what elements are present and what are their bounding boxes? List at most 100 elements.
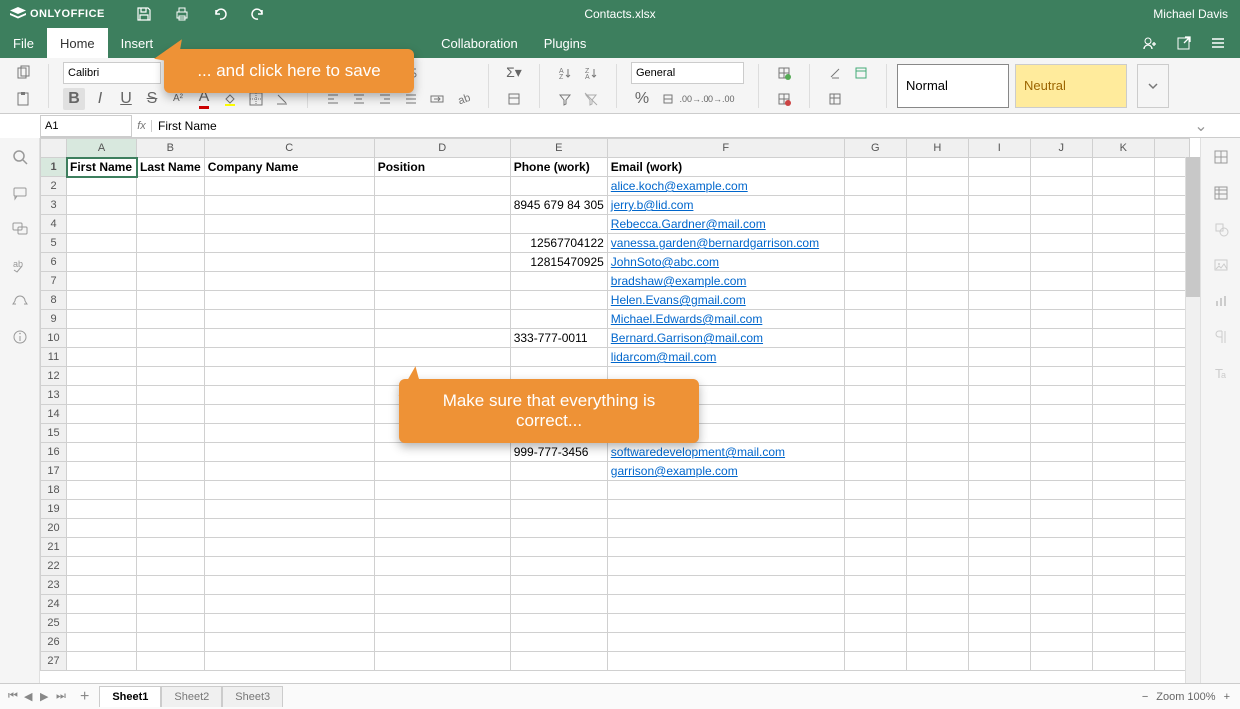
cell[interactable]: Company Name: [204, 158, 374, 177]
formula-expand-icon[interactable]: ⌄: [1192, 116, 1210, 136]
row-header[interactable]: 3: [41, 196, 67, 215]
cell[interactable]: [906, 500, 968, 519]
cell[interactable]: [510, 538, 607, 557]
cell[interactable]: [607, 652, 844, 671]
cell[interactable]: [1030, 576, 1092, 595]
row-header[interactable]: 8: [41, 291, 67, 310]
cell[interactable]: [204, 405, 374, 424]
email-link[interactable]: alice.koch@example.com: [611, 179, 748, 193]
cell[interactable]: [374, 348, 510, 367]
cell[interactable]: vanessa.garden@bernardgarrison.com: [607, 234, 844, 253]
cell[interactable]: [968, 291, 1030, 310]
cell[interactable]: [374, 291, 510, 310]
cell[interactable]: 999-777-3456: [510, 443, 607, 462]
cell[interactable]: bradshaw@example.com: [607, 272, 844, 291]
row-header[interactable]: 26: [41, 633, 67, 652]
row-header[interactable]: 16: [41, 443, 67, 462]
cell[interactable]: [906, 614, 968, 633]
cell[interactable]: [1030, 310, 1092, 329]
decrease-decimal-icon[interactable]: .00→.0: [683, 88, 705, 110]
cell[interactable]: [1092, 291, 1154, 310]
sheet-tab-1[interactable]: Sheet1: [99, 686, 161, 707]
cell[interactable]: [906, 367, 968, 386]
sort-asc-icon[interactable]: AZ: [554, 62, 576, 84]
increase-decimal-icon[interactable]: .0→.00: [709, 88, 731, 110]
cell[interactable]: [374, 481, 510, 500]
cell[interactable]: [137, 329, 205, 348]
cell[interactable]: [607, 481, 844, 500]
row-header[interactable]: 4: [41, 215, 67, 234]
cell[interactable]: [137, 538, 205, 557]
cell[interactable]: [607, 500, 844, 519]
cell[interactable]: alice.koch@example.com: [607, 177, 844, 196]
cell[interactable]: [137, 481, 205, 500]
cell[interactable]: [137, 196, 205, 215]
cell[interactable]: [968, 576, 1030, 595]
row-header[interactable]: 20: [41, 519, 67, 538]
font-name-select[interactable]: [63, 62, 161, 84]
cell[interactable]: [137, 234, 205, 253]
cell[interactable]: [137, 367, 205, 386]
cell[interactable]: [844, 253, 906, 272]
cell[interactable]: [137, 272, 205, 291]
cell[interactable]: [844, 633, 906, 652]
cell[interactable]: [1030, 329, 1092, 348]
cell[interactable]: [906, 633, 968, 652]
cell[interactable]: [374, 443, 510, 462]
paste-icon[interactable]: [12, 88, 34, 110]
table-template-icon[interactable]: [850, 62, 872, 84]
email-link[interactable]: vanessa.garden@bernardgarrison.com: [611, 236, 819, 250]
cell-reference-input[interactable]: [40, 115, 132, 137]
cell[interactable]: [1092, 234, 1154, 253]
cell[interactable]: [968, 329, 1030, 348]
cell[interactable]: [844, 386, 906, 405]
email-link[interactable]: bradshaw@example.com: [611, 274, 747, 288]
cell[interactable]: [1092, 519, 1154, 538]
cell[interactable]: [137, 614, 205, 633]
cell[interactable]: [204, 595, 374, 614]
menu-home[interactable]: Home: [47, 28, 108, 58]
cell[interactable]: softwaredevelopment@mail.com: [607, 443, 844, 462]
cell[interactable]: [607, 633, 844, 652]
cell[interactable]: [67, 462, 137, 481]
cell[interactable]: [968, 272, 1030, 291]
cell[interactable]: [1092, 443, 1154, 462]
cell[interactable]: [844, 462, 906, 481]
cell[interactable]: [906, 291, 968, 310]
cell[interactable]: [67, 386, 137, 405]
cell[interactable]: [844, 348, 906, 367]
email-link[interactable]: JohnSoto@abc.com: [611, 255, 719, 269]
cell[interactable]: [844, 519, 906, 538]
cell[interactable]: [968, 234, 1030, 253]
cell[interactable]: [510, 348, 607, 367]
share-icon[interactable]: [1140, 33, 1160, 53]
cell[interactable]: [204, 443, 374, 462]
cell[interactable]: [968, 253, 1030, 272]
cell[interactable]: [844, 652, 906, 671]
cell[interactable]: [906, 652, 968, 671]
cell[interactable]: [844, 500, 906, 519]
cell[interactable]: [968, 386, 1030, 405]
cell[interactable]: [844, 424, 906, 443]
cell[interactable]: [137, 348, 205, 367]
sheet-prev-icon[interactable]: ◀: [24, 690, 38, 704]
cell[interactable]: [844, 614, 906, 633]
cell[interactable]: [844, 310, 906, 329]
cell[interactable]: [968, 424, 1030, 443]
cell[interactable]: [374, 576, 510, 595]
cell[interactable]: [1030, 291, 1092, 310]
cell[interactable]: [968, 215, 1030, 234]
cell[interactable]: Bernard.Garrison@mail.com: [607, 329, 844, 348]
cell[interactable]: [67, 234, 137, 253]
cell[interactable]: [968, 462, 1030, 481]
cell[interactable]: [204, 538, 374, 557]
number-format-select[interactable]: [631, 62, 744, 84]
cell[interactable]: [1030, 424, 1092, 443]
cell[interactable]: [204, 462, 374, 481]
row-header[interactable]: 24: [41, 595, 67, 614]
col-header[interactable]: F: [607, 139, 844, 158]
cell[interactable]: [67, 177, 137, 196]
cell[interactable]: [844, 481, 906, 500]
cell[interactable]: [204, 348, 374, 367]
select-all-corner[interactable]: [41, 139, 67, 158]
